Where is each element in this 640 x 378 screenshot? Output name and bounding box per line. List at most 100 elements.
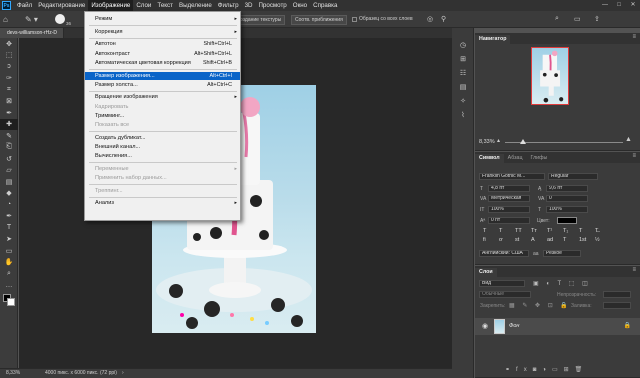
menu-item[interactable]: Редактирование [35,0,88,11]
menu-item[interactable]: Просмотр [255,0,289,11]
layer-filter-select[interactable]: Вид [479,280,525,287]
mask-icon[interactable]: ◙ [533,367,543,373]
shape-tool-icon[interactable]: ▭ [0,245,18,257]
text-format-button[interactable]: T [499,228,511,234]
tracking-field[interactable]: 0 [546,195,588,202]
history-brush-tool-icon[interactable]: ↺ [0,153,18,165]
image-menu-item[interactable]: Вычисления... [85,152,240,160]
layer-name[interactable]: Фон [509,323,519,329]
properties-icon[interactable]: ☷ [452,66,474,80]
zoom-level[interactable]: 8,33% [6,369,20,378]
font-size-field[interactable]: 4,8 пт [488,185,530,192]
frame-tool-icon[interactable]: ⊠ [0,96,18,108]
baseline-shift-field[interactable]: 0 пт [488,217,530,224]
tab-layers[interactable]: Слои [475,268,497,277]
opentype-feature-button[interactable]: ½ [595,237,607,243]
healing-tool-icon[interactable]: ✚ [0,118,18,130]
text-format-button[interactable]: T₁ [563,228,575,234]
tab-navigator[interactable]: Навигатор [475,35,511,44]
text-format-button[interactable]: T [483,228,495,234]
menu-item[interactable]: 3D [242,0,256,11]
sample-all-layers-checkbox[interactable]: Образец со всех слоев [352,16,413,22]
brush-preset-icon[interactable]: ✎ ▾ [25,15,51,24]
document-tab[interactable]: devs-williamson-rHz-D [0,28,64,38]
dodge-tool-icon[interactable]: ◔ [0,199,18,211]
panel-menu-icon[interactable]: ≡ [632,153,636,159]
pressure-icon[interactable]: ◎ [427,15,433,23]
opentype-feature-button[interactable]: ad [547,237,559,243]
image-menu-item[interactable]: Коррекция ▸ [85,28,240,36]
image-menu-item[interactable]: Тримминг... [85,112,240,120]
panel-menu-icon[interactable]: ≡ [632,267,636,273]
crop-tool-icon[interactable]: ⌗ [0,84,18,96]
anti-alias-select[interactable]: Резкое [543,250,581,257]
status-menu-arrow-icon[interactable]: › [122,369,124,378]
menu-item[interactable]: Окно [290,0,310,11]
share-icon[interactable]: ⇪ [594,15,600,23]
adjustments-icon[interactable]: ⊞ [452,52,474,66]
libraries-icon[interactable]: ▤ [452,80,474,94]
gradient-tool-icon[interactable]: ▤ [0,176,18,188]
text-format-button[interactable]: T̶ [595,228,607,234]
paths-icon[interactable]: ⌇ [452,108,474,122]
symmetry-icon[interactable]: ⚲ [441,15,446,23]
type-tool-icon[interactable]: T [0,222,18,234]
zoom-in-icon[interactable]: ▲ [625,136,632,143]
image-menu-item[interactable]: Вращение изображения ▸ [85,93,240,101]
opentype-feature-button[interactable]: fi [483,237,495,243]
fill-field[interactable] [603,302,631,309]
image-menu-item[interactable]: Режим ▸ [85,15,240,23]
leading-field[interactable]: 9,6 пт [546,185,588,192]
image-menu-item[interactable]: Внешний канал... [85,143,240,151]
opentype-feature-button[interactable]: 1st [579,237,591,243]
new-layer-icon[interactable]: ⊞ [564,367,575,373]
background-color-swatch[interactable] [7,298,15,306]
image-menu-item[interactable]: Анализ ▸ [85,199,240,207]
menu-item[interactable]: Выделение [176,0,215,11]
eyedropper-tool-icon[interactable]: ✒ [0,107,18,119]
layer-row-background[interactable]: ◉ Фон 🔒 [475,318,640,335]
blend-mode-select[interactable]: Обычные [479,291,531,298]
texture-mode-button[interactable]: оздание текстуры [236,15,286,25]
opentype-feature-button[interactable]: A [531,237,543,243]
text-format-button[interactable]: T [579,228,591,234]
opentype-feature-button[interactable]: T [563,237,575,243]
marquee-tool-icon[interactable]: ⬚ [0,50,18,62]
opentype-feature-button[interactable]: st [515,237,527,243]
image-menu-item[interactable]: Размер изображения... Alt+Ctrl+I [85,71,240,80]
image-menu-item[interactable]: Размер холста... Alt+Ctrl+C [85,81,240,89]
navigator-zoom-value[interactable]: 8,33% [479,139,495,145]
zoom-out-icon[interactable]: ▴ [497,137,500,144]
image-menu-item[interactable]: Автоматическая цветовая коррекция Shift+C… [85,59,240,67]
horizontal-scale-field[interactable]: 100% [546,206,588,213]
path-select-tool-icon[interactable]: ➤ [0,234,18,246]
layer-filter-icons[interactable]: ▣ ◐ T ⬚ ◫ [533,280,591,287]
font-family-select[interactable]: Franklin Gothic M... [479,173,545,180]
menu-item[interactable]: Текст [154,0,176,11]
opacity-field[interactable] [603,291,631,298]
tab-paragraph[interactable]: Абзац [504,154,527,163]
blur-tool-icon[interactable]: ◆ [0,188,18,200]
search-icon[interactable]: ⌕ [555,15,559,23]
lock-icon[interactable]: 🔒 [624,322,631,329]
stamp-tool-icon[interactable]: ⎗ [0,142,18,154]
brushes-icon[interactable]: ✧ [452,94,474,108]
image-menu-item[interactable]: Автоконтраст Alt+Shift+Ctrl+L [85,50,240,58]
hand-tool-icon[interactable]: ✋ [0,257,18,269]
home-icon[interactable]: ⌂ [3,15,13,24]
brush-size-preview[interactable] [55,14,65,24]
font-style-select[interactable]: Regular [548,173,598,180]
text-color-swatch[interactable] [557,217,577,224]
tab-glyphs[interactable]: Глифы [527,154,552,163]
brush-tool-icon[interactable]: ✎ [0,130,18,142]
color-swatches[interactable] [0,291,17,313]
move-tool-icon[interactable]: ✥ [0,38,18,50]
menu-item[interactable]: Файл [14,0,35,11]
lock-icons[interactable]: ▦ ✎ ✥ ⊡ 🔒 [509,302,571,309]
navigator-thumbnail[interactable] [531,47,569,105]
close-button[interactable]: ✕ [626,0,640,11]
trash-icon[interactable]: 🗑 [575,367,589,373]
panel-menu-icon[interactable]: ≡ [632,34,636,40]
menu-item[interactable]: Фильтр [215,0,242,11]
image-menu-item[interactable]: Создать дубликат... [85,134,240,142]
